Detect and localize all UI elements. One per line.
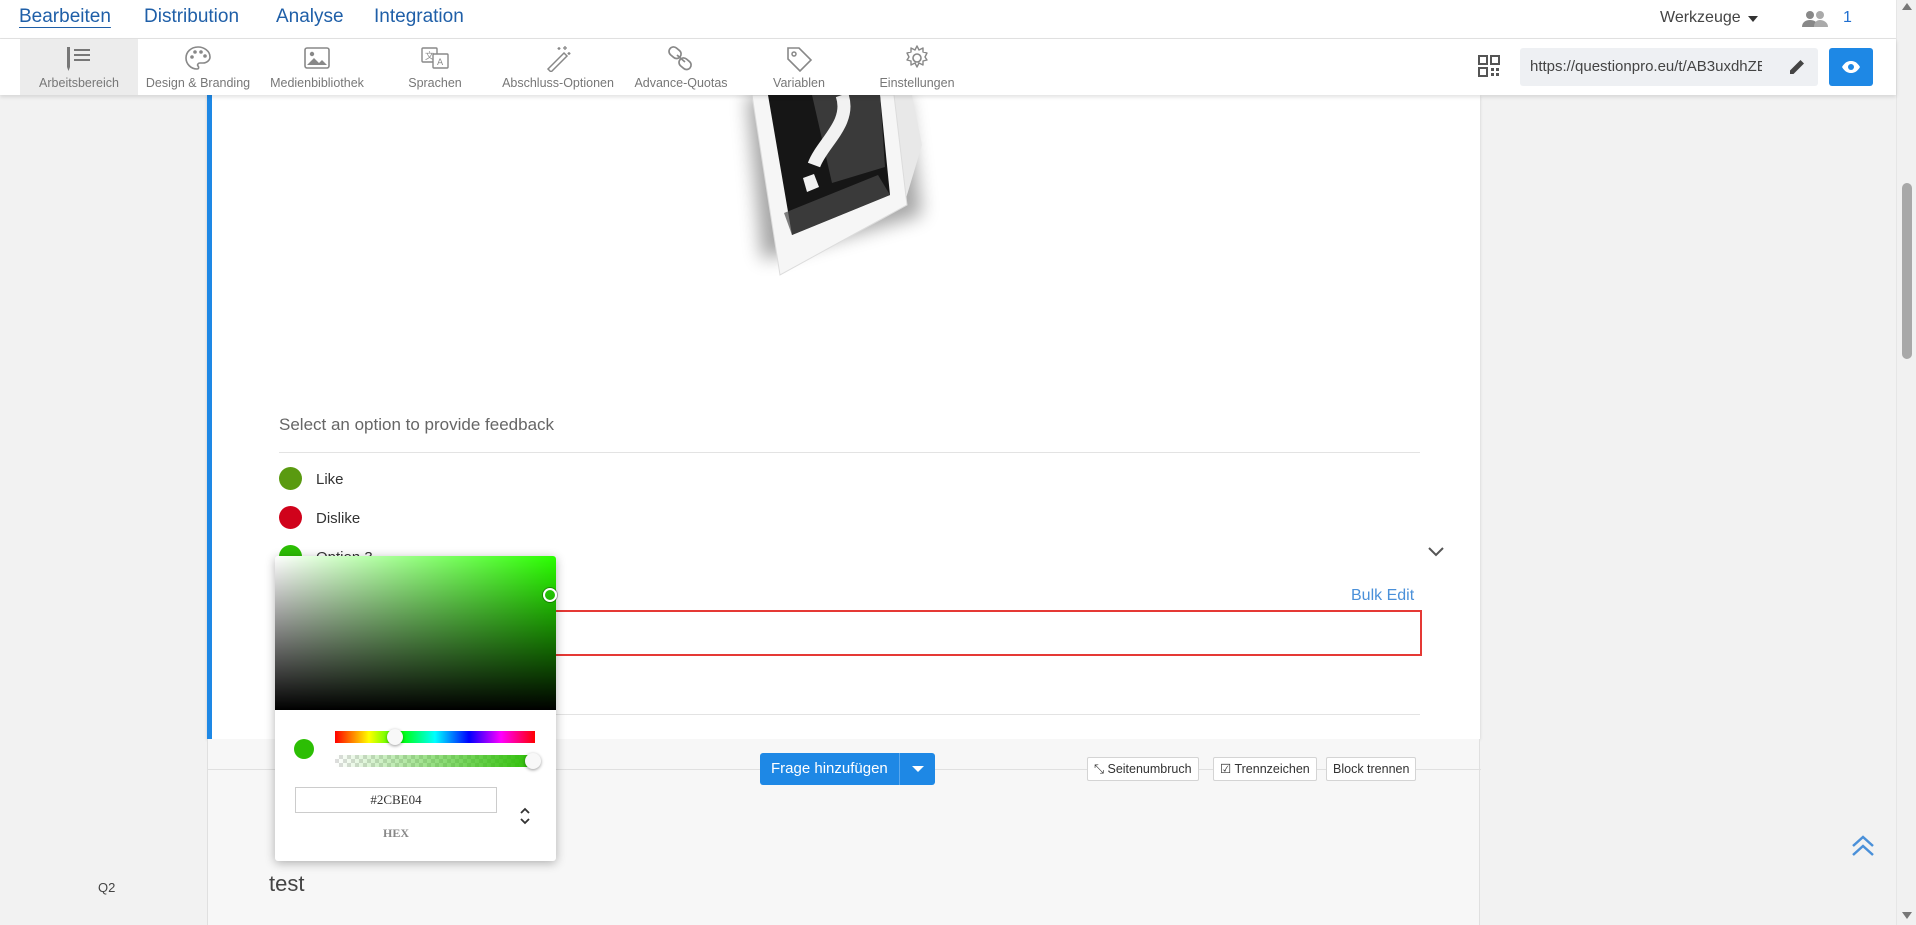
split-block-button[interactable]: Block trennen	[1326, 757, 1417, 781]
scrollbar[interactable]	[1896, 0, 1916, 925]
hue-slider-handle[interactable]	[387, 729, 403, 745]
toolbar-item-einstellungen[interactable]: Einstellungen	[858, 39, 976, 95]
toolbar-item-sprachen[interactable]: 文A Sprachen	[376, 39, 494, 95]
toolbar-item-label: Design & Branding	[145, 76, 251, 90]
current-color-swatch	[294, 739, 314, 759]
toolbar: Arbeitsbereich Design & Branding Medienb…	[0, 39, 1896, 95]
add-question-button[interactable]: Frage hinzufügen	[760, 753, 900, 785]
alpha-slider[interactable]	[335, 755, 535, 767]
separator-label: Trennzeichen	[1234, 762, 1310, 776]
caret-down-icon[interactable]	[1748, 16, 1758, 22]
toolbar-item-variablen[interactable]: Variablen	[740, 39, 858, 95]
scroll-down-arrow[interactable]	[1902, 912, 1912, 919]
chevron-down-icon[interactable]	[1426, 545, 1446, 559]
image-icon	[304, 47, 330, 69]
tag-icon	[787, 47, 813, 72]
survey-url-text[interactable]: https://questionpro.eu/t/AB3uxdhZE	[1530, 58, 1762, 75]
palette-icon	[185, 46, 211, 70]
tab-integration[interactable]: Integration	[374, 6, 464, 28]
bulk-edit-link[interactable]: Bulk Edit	[1351, 587, 1414, 605]
hue-slider[interactable]	[335, 731, 535, 743]
toolbar-item-label: Variablen	[773, 76, 825, 90]
tab-distribution[interactable]: Distribution	[144, 6, 239, 28]
svg-text:A: A	[437, 58, 444, 68]
toolbar-item-label: Arbeitsbereich	[39, 76, 119, 90]
toolbar-item-design-branding[interactable]: Design & Branding	[138, 39, 258, 95]
divider	[279, 452, 1420, 453]
magic-wand-icon	[546, 46, 571, 72]
translate-icon: 文A	[421, 47, 449, 69]
eye-icon	[1842, 61, 1860, 73]
color-mode-label: HEX	[382, 826, 409, 840]
link-icon	[668, 46, 692, 71]
qr-code-icon[interactable]	[1478, 55, 1500, 77]
collaborators-count[interactable]: 1	[1843, 9, 1852, 27]
pencil-icon[interactable]	[1787, 57, 1807, 77]
hex-input[interactable]	[295, 787, 497, 813]
scroll-up-arrow[interactable]	[1902, 3, 1912, 10]
survey-url-field[interactable]: https://questionpro.eu/t/AB3uxdhZE	[1520, 48, 1818, 86]
gear-icon	[906, 45, 928, 68]
add-question-button-group: Frage hinzufügen	[760, 753, 935, 785]
toolbar-item-label: Sprachen	[408, 76, 462, 90]
toolbar-item-label: Medienbibliothek	[270, 76, 364, 90]
saturation-value-area[interactable]	[275, 556, 556, 710]
separator-button[interactable]: ☑ Trennzeichen	[1213, 757, 1317, 781]
page-break-button[interactable]: ⤡ Seitenumbruch	[1087, 757, 1199, 781]
tab-analyse[interactable]: Analyse	[276, 6, 344, 28]
question-text[interactable]: test	[269, 871, 304, 897]
toolbar-item-arbeitsbereich[interactable]: Arbeitsbereich	[20, 39, 138, 95]
page-break-icon: ⤡	[1094, 762, 1108, 776]
question-image	[747, 95, 922, 276]
top-navigation: Bearbeiten Distribution Analyse Integrat…	[0, 0, 1896, 39]
back-to-top-icon[interactable]	[1850, 834, 1876, 858]
scroll-thumb[interactable]	[1902, 183, 1912, 359]
toolbar-item-label: Einstellungen	[879, 76, 955, 90]
tab-bearbeiten[interactable]: Bearbeiten	[19, 6, 111, 28]
checkbox-icon: ☑	[1220, 762, 1235, 776]
toolbar-item-label: Advance-Quotas	[634, 76, 728, 90]
toolbar-item-label: Abschluss-Optionen	[502, 76, 614, 90]
option-label[interactable]: Like	[316, 471, 344, 488]
add-question-dropdown-button[interactable]	[900, 753, 935, 785]
tools-dropdown[interactable]: Werkzeuge	[1660, 9, 1741, 27]
option-color-swatch[interactable]	[279, 467, 302, 490]
workspace-icon	[67, 47, 90, 71]
users-icon[interactable]	[1800, 10, 1830, 28]
page-break-label: Seitenumbruch	[1107, 762, 1192, 776]
question-prompt: Select an option to provide feedback	[279, 415, 555, 434]
toolbar-item-advance-quotas[interactable]: Advance-Quotas	[622, 39, 740, 95]
alpha-slider-handle[interactable]	[525, 753, 541, 769]
toggle-format-icon[interactable]	[518, 804, 532, 828]
preview-button[interactable]	[1829, 48, 1873, 86]
option-label[interactable]: Dislike	[316, 510, 360, 527]
saturation-handle[interactable]	[543, 588, 557, 602]
svg-text:文: 文	[425, 50, 434, 62]
toolbar-item-medienbibliothek[interactable]: Medienbibliothek	[258, 39, 376, 95]
option-color-swatch[interactable]	[279, 506, 302, 529]
toolbar-item-abschluss-optionen[interactable]: Abschluss-Optionen	[494, 39, 622, 95]
color-picker[interactable]: HEX	[275, 556, 557, 861]
question-number: Q2	[98, 880, 116, 895]
